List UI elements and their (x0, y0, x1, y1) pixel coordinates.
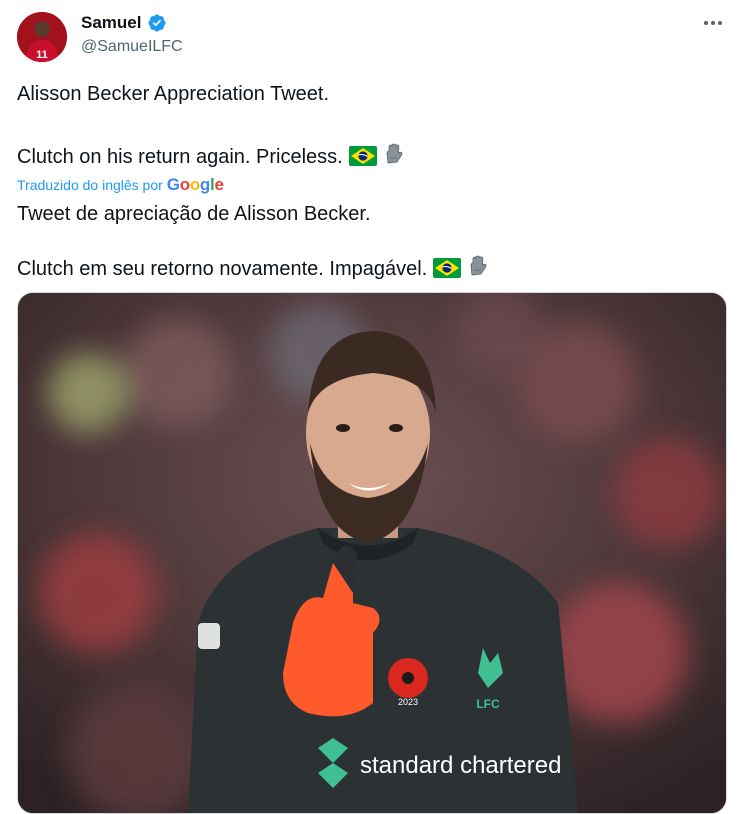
author-display-name[interactable]: Samuel (81, 13, 141, 33)
author-avatar[interactable]: 11 (17, 12, 67, 62)
gloves-icon (386, 143, 403, 164)
tweet-text-line-1: Alisson Becker Appreciation Tweet. (17, 83, 330, 105)
poppy-year: 2023 (398, 697, 418, 707)
translation-credit[interactable]: Traduzido do inglês por Google (17, 175, 224, 195)
translated-text-line-2: Clutch em seu retorno novamente. Impagáv… (17, 254, 491, 281)
translation-label: Traduzido do inglês por (17, 177, 163, 193)
author-name-row[interactable]: Samuel (81, 13, 167, 33)
more-options-icon[interactable] (700, 13, 726, 33)
goalkeeper-photo: 2023 LFC standard chartered (18, 293, 726, 813)
google-logo: Google (166, 175, 224, 194)
lfc-badge-text: LFC (476, 697, 500, 711)
gloves-icon (470, 255, 487, 276)
verified-badge-icon (148, 14, 167, 32)
avatar-number: 11 (36, 49, 48, 61)
tweet-photo[interactable]: 2023 LFC standard chartered (17, 292, 727, 814)
sponsor-text: standard chartered (360, 752, 561, 779)
brazil-flag-icon (433, 258, 462, 278)
tweet-text-line-2: Clutch on his return again. Priceless. (17, 142, 407, 169)
translated-text-line-2-content: Clutch em seu retorno novamente. Impagáv… (17, 258, 428, 280)
tweet-text-line-2-content: Clutch on his return again. Priceless. (17, 146, 343, 168)
author-handle[interactable]: @SamueILFC (81, 38, 183, 56)
brazil-flag-icon (348, 146, 377, 166)
translated-text-line-1: Tweet de apreciação de Alisson Becker. (17, 203, 371, 225)
